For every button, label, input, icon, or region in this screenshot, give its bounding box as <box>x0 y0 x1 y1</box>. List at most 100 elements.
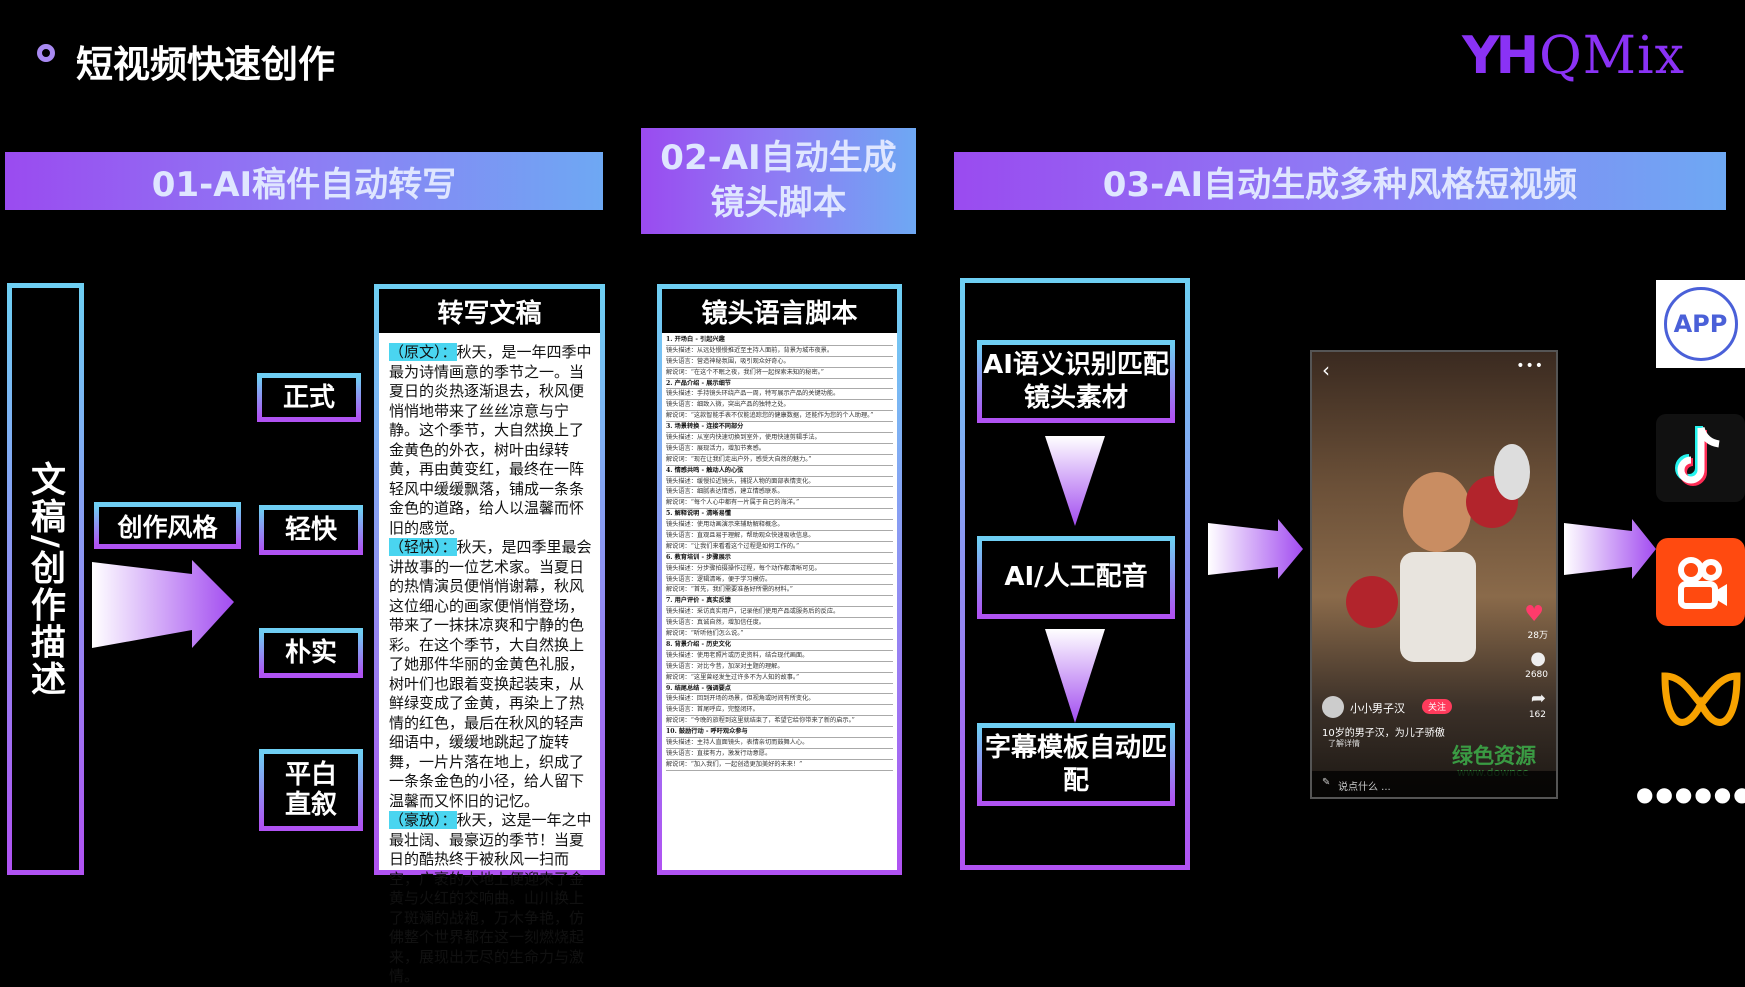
share-icon[interactable]: ➦ <box>1531 688 1546 709</box>
video-generation-process: AI语义识别匹配镜头素材 AI/人工配音 字幕模板自动匹配 <box>960 278 1190 870</box>
script-line: 解说词：“这里曾经发生过许多不为人知的故事。” <box>666 673 893 684</box>
script-line: 解说词：“听听他们怎么说。” <box>666 629 893 640</box>
script-line: 镜头语言：对比今昔，加深对主题的理解。 <box>666 662 893 673</box>
script-line: 镜头描述：缓慢拉近镜头，捕捉人物的面部表情变化。 <box>666 477 893 488</box>
doc-paragraph: （轻快）：秋天，是四季里最会讲故事的一位艺术家。当夏日的热情演员便悄悄谢幕，秋风… <box>389 538 592 811</box>
script-line: 2. 产品介绍 - 展示细节 <box>666 379 893 390</box>
step2-banner: 02-AI自动生成 镜头脚本 <box>641 128 916 234</box>
boxer-image <box>1346 444 1530 662</box>
paragraph-text: 秋天，是一年四季中最为诗情画意的季节之一。当夏日的炎热逐渐退去，秋风便悄悄地带来… <box>389 343 592 537</box>
paragraph-tag: （豪放）： <box>389 811 457 829</box>
style-option-straightforward[interactable]: 平白直叙 <box>259 749 363 831</box>
script-line: 镜头语言：展现活力，增加节奏感。 <box>666 444 893 455</box>
arrow-right-icon <box>1564 519 1656 579</box>
shot-script-card: 镜头语言脚本 1. 开场白 - 引起兴趣 镜头描述：从远处慢慢推近至主持人面前，背… <box>657 284 902 875</box>
more-platforms-indicator: ●●●●●● <box>1636 782 1745 806</box>
comment-icon[interactable]: ● <box>1530 648 1546 669</box>
script-line: 镜头描述：从远处慢慢推近至主持人面前，背景为城市夜景。 <box>666 346 893 357</box>
edit-icon: ✎ <box>1322 777 1331 788</box>
script-line: 镜头描述：使用老照片或历史资料，结合现代画面。 <box>666 651 893 662</box>
transcribed-document-card: 转写文稿 （原文）：秋天，是一年四季中最为诗情画意的季节之一。当夏日的炎热逐渐退… <box>374 284 605 985</box>
script-line: 解说词：“每个人心中都有一片属于自己的海洋。” <box>666 498 893 510</box>
transcribed-document-title: 转写文稿 <box>379 289 600 333</box>
kuaishou-logo-icon <box>1677 557 1727 609</box>
script-line: 解说词：“在这个不眠之夜，我们将一起探索未知的秘密。” <box>666 368 893 379</box>
process-step-semantic-match: AI语义识别匹配镜头素材 <box>977 340 1175 423</box>
kuaishou-icon[interactable] <box>1656 538 1745 626</box>
comment-input[interactable]: 说点什么 ... <box>1338 778 1391 793</box>
script-line: 解说词：“现在让我们走出户外，感受大自然的魅力。” <box>666 455 893 466</box>
arrow-right-icon <box>92 560 234 648</box>
logo: YH QMix <box>1462 26 1685 86</box>
paragraph-text: 秋天，这是一年之中最壮阔、最豪迈的季节！当夏日的酷热终于被秋风一扫而空，广袤的大… <box>389 811 592 985</box>
paragraph-text: 秋天，是四季里最会讲故事的一位艺术家。当夏日的热情演员便悄悄谢幕，秋风这位细心的… <box>389 538 592 810</box>
bullet-icon <box>37 44 55 62</box>
script-line: 镜头描述：采访真实用户，记录他们使用产品或服务后的反应。 <box>666 607 893 619</box>
manuscript-description-box: 文稿/创作描述 <box>7 283 84 875</box>
arrow-right-icon <box>1208 519 1303 579</box>
script-line: 解说词：“今晚的旅程到这里就结束了，希望它给你带来了新的启示。” <box>666 716 893 728</box>
doc-paragraph: （原文）：秋天，是一年四季中最为诗情画意的季节之一。当夏日的炎热逐渐退去，秋风便… <box>389 343 592 538</box>
shot-script-title: 镜头语言脚本 <box>662 289 897 333</box>
script-line: 镜头语言：真诚自然，增加信任度。 <box>666 618 893 630</box>
doc-paragraph: （豪放）：秋天，这是一年之中最壮阔、最豪迈的季节！当夏日的酷热终于被秋风一扫而空… <box>389 811 592 987</box>
process-step-subtitle-template: 字幕模板自动匹配 <box>977 723 1175 806</box>
script-line: 7. 用户评价 - 真实反馈 <box>666 596 893 608</box>
script-line: 镜头语言：直观且易于理解，帮助观众快速吸收信息。 <box>666 531 893 542</box>
process-step-voiceover: AI/人工配音 <box>977 536 1175 619</box>
script-line: 镜头描述：从室内快速切换到室外，使用快速剪辑手法。 <box>666 433 893 444</box>
step3-banner: 03-AI自动生成多种风格短视频 <box>954 152 1726 210</box>
step2-banner-line1: 02-AI自动生成 <box>660 138 897 178</box>
username[interactable]: 小小男子汉 <box>1350 700 1405 716</box>
wechat-channels-icon[interactable] <box>1656 660 1745 748</box>
arrow-down-icon <box>1045 629 1105 723</box>
script-line: 3. 场景转换 - 连接不同部分 <box>666 422 893 434</box>
comment-bar[interactable]: ✎ 说点什么 ... <box>1312 771 1556 797</box>
script-line: 4. 情感共鸣 - 触动人的心弦 <box>666 466 893 477</box>
comment-count: 2680 <box>1525 670 1548 680</box>
follow-button[interactable]: 关注 <box>1422 699 1453 714</box>
avatar[interactable] <box>1322 696 1344 718</box>
douyin-icon[interactable] <box>1656 414 1745 502</box>
script-line: 解说词：“这款智能手表不仅能追踪您的健康数据，还能作为您的个人助理。” <box>666 411 893 423</box>
script-line: 镜头描述：主持人直面镜头，表情亲切而鼓舞人心。 <box>666 738 893 749</box>
script-line: 解说词：“首先，我们需要准备好所需的材料。” <box>666 585 893 597</box>
step1-banner: 01-AI稿件自动转写 <box>5 152 603 210</box>
shot-script-body: 1. 开场白 - 引起兴趣 镜头描述：从远处慢慢推近至主持人面前，背景为城市夜景。… <box>662 333 897 870</box>
creation-style-box: 创作风格 <box>94 502 241 549</box>
script-line: 镜头语言：细致入微，突出产品的独特之处。 <box>666 400 893 412</box>
script-line: 10. 鼓励行动 - 呼吁观众参与 <box>666 727 893 738</box>
short-video-preview[interactable]: ‹ ••• ♥ 28万 ● 2680 ➦ 162 小小男子汉 关注 10岁的男子… <box>1310 350 1558 799</box>
paragraph-tag: （原文）： <box>389 343 457 361</box>
video-caption: 10岁的男子汉，为儿子骄傲 <box>1322 728 1445 739</box>
logo-text: QMix <box>1539 26 1685 86</box>
style-option-formal[interactable]: 正式 <box>257 373 361 422</box>
app-icon[interactable]: APP <box>1656 280 1745 368</box>
script-line: 镜头语言：营造神秘氛围，吸引观众好奇心。 <box>666 357 893 368</box>
logo-mark-icon: YH <box>1461 26 1539 86</box>
like-icon[interactable]: ♥ <box>1524 602 1544 627</box>
douyin-logo-icon <box>1674 426 1720 486</box>
script-line: 镜头描述：手持镜头环绕产品一周，特写展示产品的关键功能。 <box>666 389 893 401</box>
manuscript-description-label: 文稿/创作描述 <box>25 460 65 698</box>
script-line: 解说词：“让我们来看看这个过程是如何工作的。” <box>666 542 893 553</box>
script-line: 镜头语言：首尾呼应，完整闭环。 <box>666 705 893 717</box>
script-line: 6. 教育培训 - 步骤展示 <box>666 553 893 564</box>
script-line: 镜头描述：分步骤拍摄操作过程，每个动作都清晰可见。 <box>666 564 893 575</box>
page-title: 短视频快速创作 <box>76 43 335 86</box>
script-line: 镜头描述：使用动画演示来辅助解释概念。 <box>666 520 893 532</box>
share-count: 162 <box>1528 710 1546 720</box>
style-option-plain[interactable]: 朴实 <box>259 628 363 678</box>
more-icon[interactable]: ••• <box>1516 358 1544 374</box>
script-line: 镜头语言：细腻表达情感，建立情感联系。 <box>666 487 893 499</box>
script-line: 解说词：“加入我们，一起创造更加美好的未来！” <box>666 760 893 771</box>
back-icon[interactable]: ‹ <box>1322 358 1330 382</box>
script-line: 1. 开场白 - 引起兴趣 <box>666 335 893 346</box>
style-option-lively[interactable]: 轻快 <box>259 505 363 555</box>
transcribed-document-body: （原文）：秋天，是一年四季中最为诗情画意的季节之一。当夏日的炎热逐渐退去，秋风便… <box>379 333 600 985</box>
like-count: 28万 <box>1527 631 1548 641</box>
script-line: 5. 解释说明 - 清晰易懂 <box>666 509 893 521</box>
script-line: 镜头语言：直接有力，激发行动意愿。 <box>666 749 893 760</box>
step2-banner-line2: 镜头脚本 <box>710 183 847 223</box>
learn-more-link[interactable]: 了解详情 <box>1328 738 1360 749</box>
